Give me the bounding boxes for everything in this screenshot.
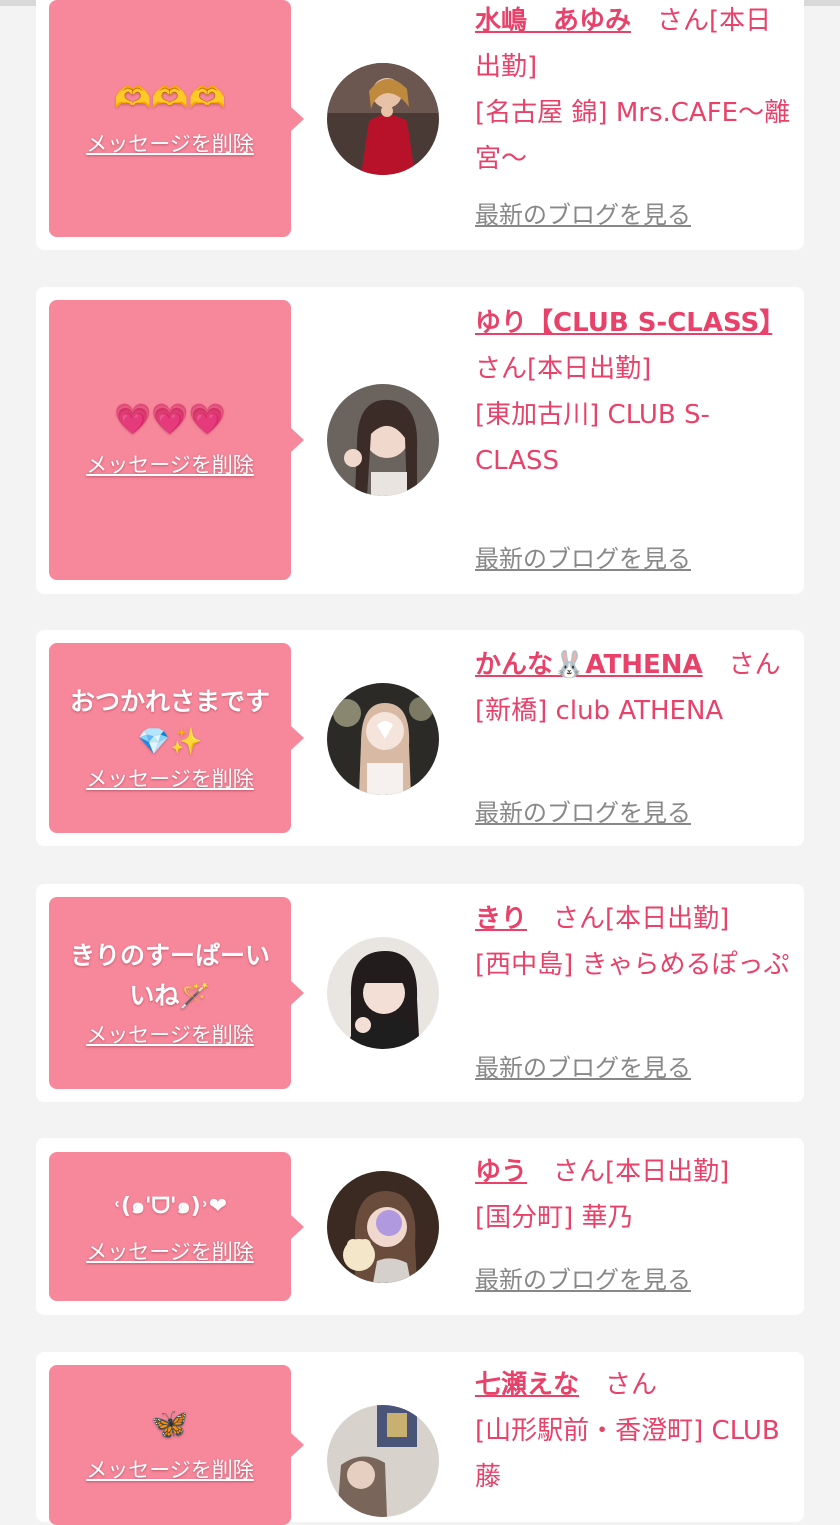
avatar[interactable] — [327, 937, 439, 1049]
cast-name-link[interactable]: 七瀬えな — [475, 1370, 579, 1400]
cast-status: さん[本日出勤] — [527, 1157, 730, 1187]
message-bubble: きりのすーぱーいいね🪄 メッセージを削除 — [49, 897, 304, 1089]
cast-info: 七瀬えな さん [山形駅前・香澄町] CLUB 藤 — [475, 1362, 793, 1500]
shop-info: [名古屋 錦] Mrs.CAFE〜離宮〜 — [475, 98, 791, 174]
delete-message-link[interactable]: メッセージを削除 — [86, 764, 254, 794]
cast-status: さん[本日出勤] — [527, 904, 730, 934]
cast-info: 水嶋 あゆみ さん[本日出勤] [名古屋 錦] Mrs.CAFE〜離宮〜 — [475, 0, 793, 182]
message-emoji: 🦋 — [151, 1407, 189, 1442]
cast-name-link[interactable]: ゆう — [475, 1157, 527, 1187]
cast-info: ゆり【CLUB S-CLASS】 さん[本日出勤] [東加古川] CLUB S-… — [475, 300, 793, 484]
profile-photo-icon — [327, 1405, 439, 1517]
profile-photo-icon — [327, 63, 439, 175]
message-bubble: おつかれさまです 💎✨ メッセージを削除 — [49, 643, 304, 833]
latest-blog-link[interactable]: 最新のブログを見る — [475, 1051, 691, 1085]
cast-name-link[interactable]: 水嶋 あゆみ — [475, 6, 631, 36]
message-bubble: 💗💗💗 メッセージを削除 — [49, 300, 304, 580]
message-card: きりのすーぱーいいね🪄 メッセージを削除 きり さん[本日出勤] [西中島] き… — [36, 884, 804, 1102]
avatar[interactable] — [327, 384, 439, 496]
shop-info: [西中島] きゃらめるぽっぷ — [475, 950, 790, 980]
cast-status: さん — [579, 1370, 658, 1400]
shop-info: [新橋] club ATHENA — [475, 696, 724, 726]
message-text: きりのすーぱーいいね🪄 — [69, 941, 270, 1010]
delete-message-link[interactable]: メッセージを削除 — [86, 450, 254, 480]
message-card: 🫶🫶🫶 メッセージを削除 水嶋 あゆみ さん[本日出勤] [名古屋 錦] Mrs… — [36, 0, 804, 250]
cast-info: かんな🐰ATHENA さん [新橋] club ATHENA — [475, 642, 793, 734]
latest-blog-link[interactable]: 最新のブログを見る — [475, 198, 691, 232]
delete-message-link[interactable]: メッセージを削除 — [86, 1020, 254, 1050]
shop-info: [山形駅前・香澄町] CLUB 藤 — [475, 1416, 780, 1492]
message-card: ˓(๑'ᗜ'๑)˒❤︎ メッセージを削除 ゆう さん[本日出勤] [国分町] 華… — [36, 1138, 804, 1315]
cast-name-link[interactable]: ゆり【CLUB S-CLASS】 — [475, 308, 772, 338]
cast-info: ゆう さん[本日出勤] [国分町] 華乃 — [475, 1149, 793, 1241]
delete-message-link[interactable]: メッセージを削除 — [86, 1237, 254, 1267]
profile-photo-icon — [327, 384, 439, 496]
message-card: おつかれさまです 💎✨ メッセージを削除 かんな🐰ATHENA さん [新橋] … — [36, 630, 804, 846]
profile-photo-icon — [327, 937, 439, 1049]
cast-name-link[interactable]: かんな🐰ATHENA — [475, 650, 703, 680]
cast-status: さん — [702, 650, 781, 680]
avatar[interactable] — [327, 683, 439, 795]
shop-info: [東加古川] CLUB S-CLASS — [475, 400, 710, 476]
avatar[interactable] — [327, 1405, 439, 1517]
delete-message-link[interactable]: メッセージを削除 — [86, 129, 254, 159]
latest-blog-link[interactable]: 最新のブログを見る — [475, 1263, 691, 1297]
message-emoji: 🫶🫶🫶 — [113, 80, 227, 116]
cast-name-link[interactable]: きり — [475, 904, 527, 934]
message-text: おつかれさまです — [69, 687, 270, 716]
delete-message-link[interactable]: メッセージを削除 — [86, 1455, 254, 1485]
profile-photo-icon — [327, 1171, 439, 1283]
latest-blog-link[interactable]: 最新のブログを見る — [475, 542, 691, 576]
cast-info: きり さん[本日出勤] [西中島] きゃらめるぽっぷ — [475, 896, 793, 988]
latest-blog-link[interactable]: 最新のブログを見る — [475, 796, 691, 830]
avatar[interactable] — [327, 1171, 439, 1283]
message-card: 💗💗💗 メッセージを削除 ゆり【CLUB S-CLASS】 さん[本日出勤] [… — [36, 287, 804, 594]
message-emoji: ˓(๑'ᗜ'๑)˒❤︎ — [112, 1193, 228, 1219]
profile-photo-icon — [327, 683, 439, 795]
message-bubble: 🫶🫶🫶 メッセージを削除 — [49, 0, 304, 237]
message-emoji: 💎✨ — [137, 727, 203, 757]
avatar[interactable] — [327, 63, 439, 175]
message-emoji: 💗💗💗 — [113, 402, 227, 437]
message-card: 🦋 メッセージを削除 七瀬えな さん [山形駅前・香澄町] CLUB 藤 — [36, 1352, 804, 1525]
message-bubble: 🦋 メッセージを削除 — [49, 1365, 304, 1525]
message-bubble: ˓(๑'ᗜ'๑)˒❤︎ メッセージを削除 — [49, 1152, 304, 1301]
shop-info: [国分町] 華乃 — [475, 1203, 634, 1233]
